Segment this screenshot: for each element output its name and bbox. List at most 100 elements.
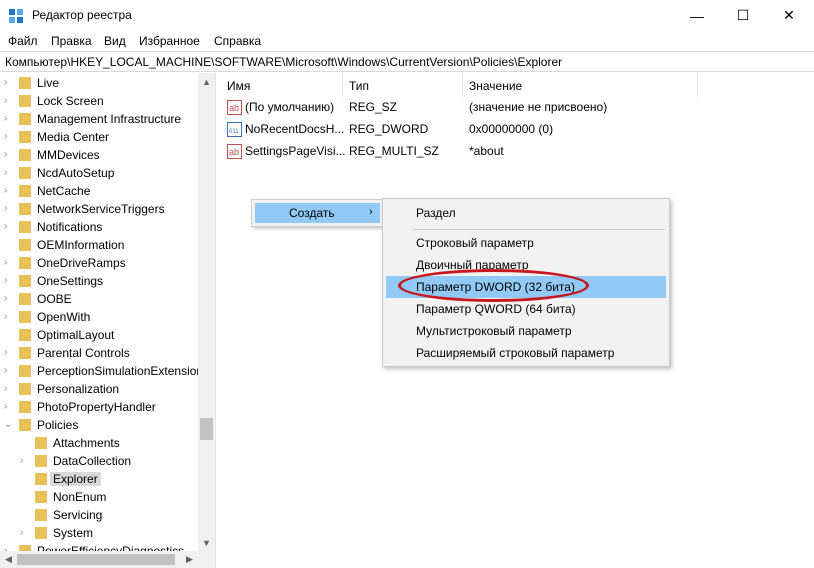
maximize-button[interactable]: ☐ <box>720 0 766 31</box>
scroll-thumb[interactable] <box>17 554 175 565</box>
folder-icon <box>19 95 31 107</box>
tree-item[interactable]: NonEnum <box>0 488 198 506</box>
tree-item[interactable]: › PowerEfficiencyDiagnostics <box>0 542 198 551</box>
menu-item-create[interactable]: Создать › <box>255 203 380 223</box>
collapse-chevron-icon[interactable]: ⌄ <box>4 419 14 431</box>
menu-file[interactable]: Файл <box>8 34 38 48</box>
menu-edit[interactable]: Правка <box>51 34 92 48</box>
tree-item[interactable]: › NetCache <box>0 182 198 200</box>
expand-chevron-icon[interactable]: › <box>4 383 14 395</box>
tree-item[interactable]: › Live <box>0 74 198 92</box>
expand-chevron-icon[interactable]: › <box>4 257 14 269</box>
minimize-button[interactable]: — <box>674 0 720 31</box>
expand-chevron-icon[interactable]: › <box>4 275 14 287</box>
tree-item[interactable]: › OneDriveRamps <box>0 254 198 272</box>
expand-chevron-icon[interactable]: › <box>4 95 14 107</box>
tree-item[interactable]: OEMInformation <box>0 236 198 254</box>
scroll-thumb[interactable] <box>200 418 213 440</box>
expand-chevron-icon[interactable]: › <box>4 365 14 377</box>
tree-item[interactable]: › Lock Screen <box>0 92 198 110</box>
close-button[interactable]: ✕ <box>766 0 812 31</box>
expand-chevron-icon[interactable]: › <box>4 167 14 179</box>
submenu-item[interactable]: Мультистроковый параметр <box>386 320 666 342</box>
expand-chevron-icon[interactable]: › <box>4 401 14 413</box>
submenu-item-label: Мультистроковый параметр <box>416 324 572 338</box>
tree-item[interactable]: Explorer <box>0 470 198 488</box>
folder-icon <box>19 311 31 323</box>
expand-chevron-icon[interactable]: › <box>4 347 14 359</box>
scroll-left-arrow-icon[interactable]: ◀ <box>0 551 17 568</box>
folder-icon <box>19 203 31 215</box>
submenu-item[interactable]: Двоичный параметр <box>386 254 666 276</box>
tree-item[interactable]: Servicing <box>0 506 198 524</box>
expand-chevron-icon[interactable]: › <box>20 455 30 467</box>
scroll-up-arrow-icon[interactable]: ▲ <box>198 73 215 90</box>
folder-icon <box>19 239 31 251</box>
submenu-item[interactable]: Строковый параметр <box>386 232 666 254</box>
tree-horizontal-scrollbar[interactable]: ◀ ▶ <box>0 551 215 568</box>
tree-item[interactable]: › NcdAutoSetup <box>0 164 198 182</box>
menu-favorites[interactable]: Избранное <box>139 34 200 48</box>
tree-item[interactable]: › Management Infrastructure <box>0 110 198 128</box>
tree-vertical-scrollbar[interactable]: ▲ ▼ <box>198 73 215 551</box>
menu-view[interactable]: Вид <box>104 34 126 48</box>
menu-help[interactable]: Справка <box>214 34 261 48</box>
tree-item[interactable]: › Parental Controls <box>0 344 198 362</box>
tree-item-label: DataCollection <box>53 454 132 468</box>
submenu-item-key[interactable]: Раздел <box>386 202 666 224</box>
submenu-item[interactable]: Параметр DWORD (32 бита) <box>386 276 666 298</box>
value-type: REG_SZ <box>349 100 398 114</box>
string-value-icon: ab <box>227 144 242 159</box>
tree-item[interactable]: Attachments <box>0 434 198 452</box>
tree-item[interactable]: › OOBE <box>0 290 198 308</box>
submenu-item-label: Строковый параметр <box>416 236 534 250</box>
tree-item-label: OptimalLayout <box>37 328 115 342</box>
column-header-name[interactable]: Имя <box>221 73 343 97</box>
tree-item[interactable]: › OpenWith <box>0 308 198 326</box>
folder-icon <box>19 185 31 197</box>
column-header-type[interactable]: Тип <box>343 73 463 97</box>
registry-editor-icon <box>9 9 23 23</box>
tree-item[interactable]: ⌄ Policies <box>0 416 198 434</box>
expand-chevron-icon[interactable]: › <box>4 221 14 233</box>
value-row[interactable]: ab (По умолчанию) REG_SZ (значение не присв… <box>221 97 814 118</box>
expand-chevron-icon[interactable]: › <box>4 185 14 197</box>
expand-chevron-icon[interactable]: › <box>4 203 14 215</box>
create-submenu: Раздел Строковый параметр Двоичный параме… <box>382 198 670 367</box>
tree-item[interactable]: OptimalLayout <box>0 326 198 344</box>
tree-item[interactable]: › PerceptionSimulationExtension <box>0 362 198 380</box>
pane-splitter[interactable] <box>215 73 220 568</box>
submenu-item[interactable]: Расширяемый строковый параметр <box>386 342 666 364</box>
scroll-right-arrow-icon[interactable]: ▶ <box>181 551 198 568</box>
tree-item[interactable]: › Personalization <box>0 380 198 398</box>
value-row[interactable]: 011 NoRecentDocsH... REG_DWORD 0x00000000 (… <box>221 119 814 140</box>
title-bar: Редактор реестра — ☐ ✕ <box>0 0 814 31</box>
expand-chevron-icon[interactable]: › <box>4 131 14 143</box>
tree-item[interactable]: › NetworkServiceTriggers <box>0 200 198 218</box>
tree-item[interactable]: › MMDevices <box>0 146 198 164</box>
key-tree[interactable]: › Live › Lock Screen › Management Infrastruct… <box>0 73 198 551</box>
tree-item-label: OpenWith <box>37 310 91 324</box>
tree-item[interactable]: › Notifications <box>0 218 198 236</box>
string-value-icon: ab <box>227 100 242 115</box>
folder-icon <box>35 437 47 449</box>
tree-item[interactable]: › PhotoPropertyHandler <box>0 398 198 416</box>
address-bar[interactable]: Компьютер\HKEY_LOCAL_MACHINE\SOFTWARE\Mi… <box>0 51 814 72</box>
tree-item[interactable]: › OneSettings <box>0 272 198 290</box>
value-row[interactable]: ab SettingsPageVisi... REG_MULTI_SZ *about <box>221 141 814 162</box>
tree-item[interactable]: › System <box>0 524 198 542</box>
menu-separator <box>413 229 665 230</box>
column-header-value[interactable]: Значение <box>463 73 698 97</box>
submenu-item-label: Раздел <box>416 206 456 220</box>
window-title: Редактор реестра <box>32 8 132 22</box>
scroll-down-arrow-icon[interactable]: ▼ <box>198 534 215 551</box>
expand-chevron-icon[interactable]: › <box>4 113 14 125</box>
expand-chevron-icon[interactable]: › <box>4 77 14 89</box>
tree-item[interactable]: › Media Center <box>0 128 198 146</box>
expand-chevron-icon[interactable]: › <box>4 149 14 161</box>
expand-chevron-icon[interactable]: › <box>4 311 14 323</box>
expand-chevron-icon[interactable]: › <box>20 527 30 539</box>
expand-chevron-icon[interactable]: › <box>4 293 14 305</box>
submenu-item[interactable]: Параметр QWORD (64 бита) <box>386 298 666 320</box>
tree-item[interactable]: › DataCollection <box>0 452 198 470</box>
